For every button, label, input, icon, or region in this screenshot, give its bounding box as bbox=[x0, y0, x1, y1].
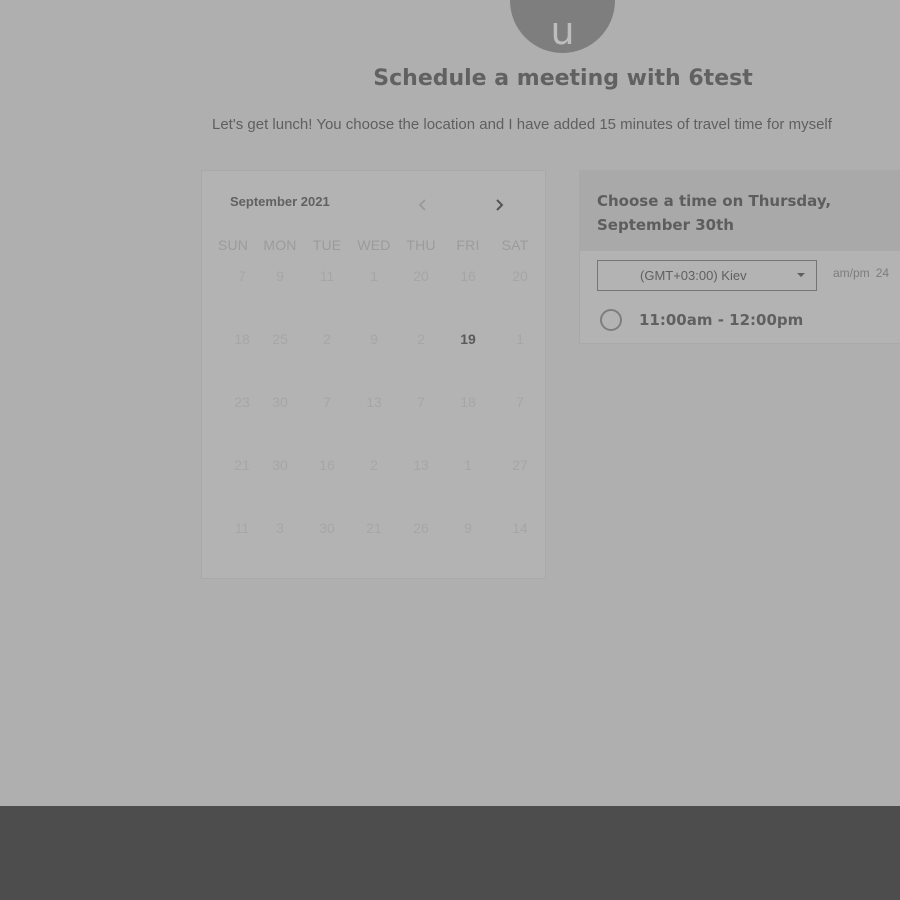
weekday-label: WED bbox=[357, 237, 391, 253]
calendar-day[interactable]: 7 bbox=[398, 385, 444, 419]
weekday-label: MON bbox=[263, 237, 297, 253]
timezone-value: (GMT+03:00) Kiev bbox=[640, 268, 747, 283]
calendar-day[interactable]: 19 bbox=[445, 322, 491, 356]
caret-down-icon bbox=[797, 273, 805, 277]
calendar-day[interactable]: 2 bbox=[304, 322, 350, 356]
calendar-month-label: September 2021 bbox=[230, 194, 330, 209]
calendar-day[interactable]: 9 bbox=[351, 322, 397, 356]
date-picker-calendar: September 2021 SUN MON TUE WED THU FRI S… bbox=[201, 170, 546, 579]
time-selection-panel: Choose a time on Thursday, September 30t… bbox=[579, 170, 900, 344]
time-slot-label: 11:00am - 12:00pm bbox=[639, 311, 804, 329]
next-month-button[interactable] bbox=[487, 193, 511, 217]
calendar-day[interactable]: 30 bbox=[304, 511, 350, 545]
calendar-day[interactable]: 7 bbox=[304, 385, 350, 419]
format-12h-option[interactable]: am/pm bbox=[833, 266, 870, 280]
avatar-letter: u bbox=[550, 9, 575, 53]
calendar-day[interactable]: 7 bbox=[497, 385, 543, 419]
avatar: u bbox=[510, 0, 615, 53]
calendar-day[interactable]: 30 bbox=[257, 448, 303, 482]
page-title: Schedule a meeting with 6test bbox=[373, 66, 753, 91]
calendar-day[interactable]: 14 bbox=[497, 511, 543, 545]
meeting-description: Let's get lunch! You choose the location… bbox=[212, 116, 832, 133]
calendar-day[interactable]: 20 bbox=[497, 259, 543, 293]
previous-month-button[interactable] bbox=[411, 193, 435, 217]
format-24h-option[interactable]: 24 bbox=[876, 266, 889, 280]
calendar-day[interactable]: 18 bbox=[445, 385, 491, 419]
calendar-day[interactable]: 9 bbox=[257, 259, 303, 293]
footer-bar bbox=[0, 806, 900, 900]
time-panel-heading: Choose a time on Thursday, September 30t… bbox=[597, 192, 832, 234]
radio-button-icon[interactable] bbox=[600, 309, 622, 331]
calendar-day[interactable]: 21 bbox=[351, 511, 397, 545]
weekday-label: THU bbox=[406, 237, 436, 253]
calendar-day[interactable]: 20 bbox=[398, 259, 444, 293]
calendar-day[interactable]: 30 bbox=[257, 385, 303, 419]
calendar-day[interactable]: 13 bbox=[398, 448, 444, 482]
calendar-day[interactable]: 1 bbox=[445, 448, 491, 482]
page-content: u Schedule a meeting with 6test Let's ge… bbox=[0, 0, 900, 806]
chevron-right-icon bbox=[496, 199, 504, 211]
weekday-label: TUE bbox=[312, 237, 342, 253]
weekday-header: SUN MON TUE WED THU FRI SAT bbox=[210, 237, 540, 257]
calendar-day[interactable]: 11 bbox=[304, 259, 350, 293]
weekday-label: SUN bbox=[217, 237, 249, 253]
calendar-day[interactable]: 2 bbox=[398, 322, 444, 356]
calendar-day[interactable]: 16 bbox=[304, 448, 350, 482]
chevron-left-icon bbox=[418, 199, 426, 211]
calendar-day[interactable]: 2 bbox=[351, 448, 397, 482]
weekday-label: SAT bbox=[501, 237, 529, 253]
calendar-day[interactable]: 13 bbox=[351, 385, 397, 419]
time-format-toggle: am/pm 24 bbox=[833, 266, 889, 280]
time-panel-header: Choose a time on Thursday, September 30t… bbox=[580, 171, 900, 251]
calendar-day[interactable]: 16 bbox=[445, 259, 491, 293]
timezone-select[interactable]: (GMT+03:00) Kiev bbox=[597, 260, 817, 291]
weekday-label: FRI bbox=[456, 237, 480, 253]
calendar-day[interactable]: 26 bbox=[398, 511, 444, 545]
calendar-day[interactable]: 1 bbox=[351, 259, 397, 293]
calendar-day[interactable]: 27 bbox=[497, 448, 543, 482]
calendar-day[interactable]: 9 bbox=[445, 511, 491, 545]
calendar-day[interactable]: 1 bbox=[497, 322, 543, 356]
calendar-day[interactable]: 3 bbox=[257, 511, 303, 545]
calendar-day[interactable]: 25 bbox=[257, 322, 303, 356]
